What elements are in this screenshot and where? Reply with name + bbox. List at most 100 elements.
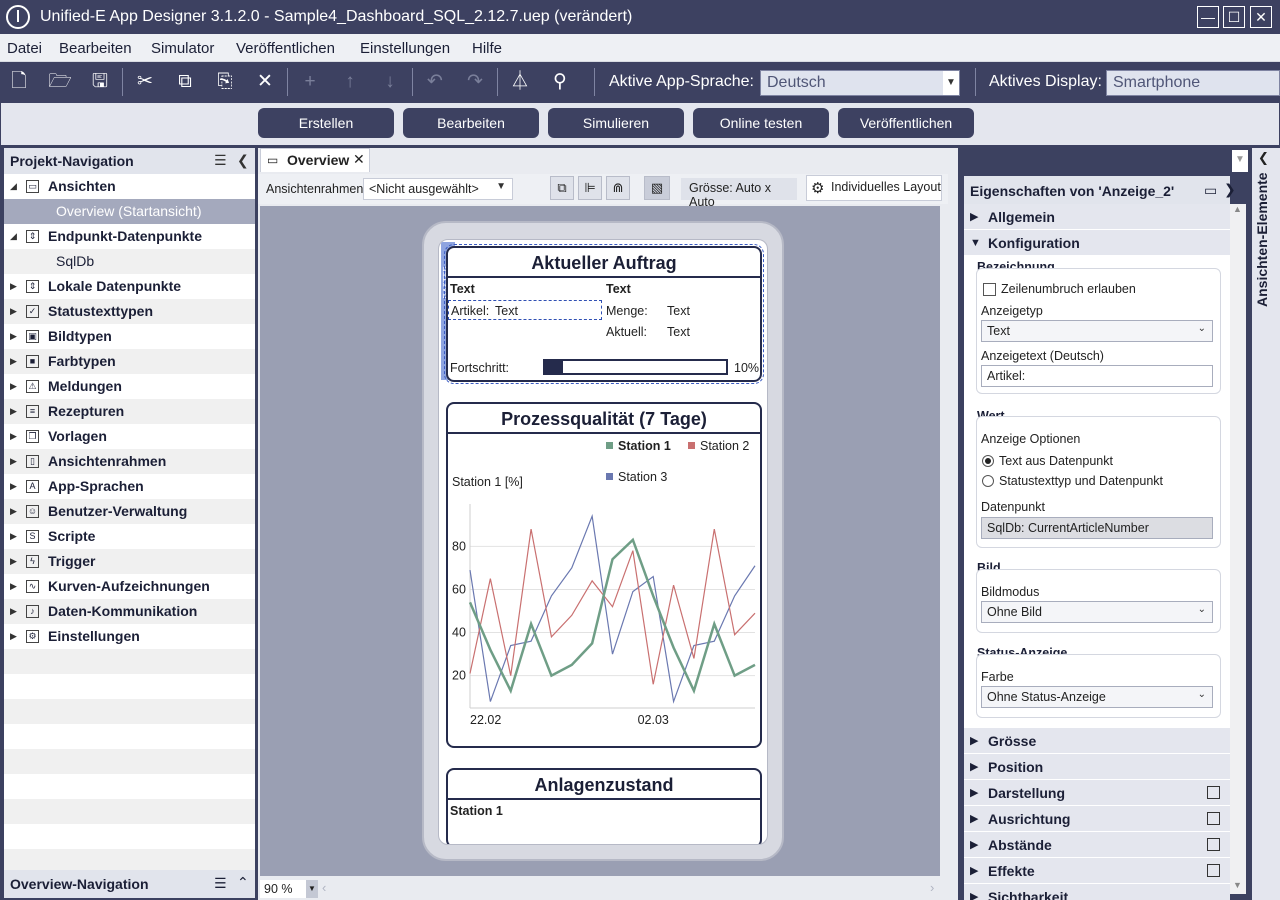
redo-icon[interactable]: ↷ (463, 70, 487, 94)
nav-item[interactable]: ▶ ♪ Daten-Kommunikation (4, 599, 255, 624)
nav-item[interactable]: ▶ ▯ Ansichtenrahmen (4, 449, 255, 474)
menu-hilfe[interactable]: Hilfe (472, 40, 502, 57)
menu-simulator[interactable]: Simulator (151, 40, 214, 57)
nav-item[interactable]: ▶ ∿ Kurven-Aufzeichnungen (4, 574, 255, 599)
section-6[interactable]: ▶ Sichtbarkeit (964, 884, 1230, 900)
new-file-icon[interactable]: 🗋 (7, 70, 31, 94)
section-konfiguration[interactable]: ▼ Konfiguration (964, 230, 1230, 256)
nav-item[interactable]: ▶ ▣ Bildtypen (4, 324, 255, 349)
nav-item[interactable]: ◢ ▭ Ansichten (4, 174, 255, 199)
arrange-icon[interactable]: ⧉ (550, 176, 574, 200)
paste-icon[interactable]: ⎘ (213, 70, 237, 94)
scroll-up-icon[interactable]: ▼ (1232, 150, 1248, 172)
nav-item[interactable]: ▶ A App-Sprachen (4, 474, 255, 499)
move-down-icon[interactable]: ↓ (378, 70, 402, 94)
expand-icon[interactable]: ▶ (10, 349, 17, 374)
collapse-right-icon[interactable]: ❯ (1224, 181, 1236, 198)
datapoint-input[interactable]: SqlDb: CurrentArticleNumber (981, 517, 1213, 539)
preview-icon[interactable]: ▧ (644, 176, 670, 200)
bearbeiten-button[interactable]: Bearbeiten (403, 108, 539, 138)
dock-icon[interactable] (1207, 864, 1220, 877)
nav-item[interactable]: ◢ ⇕ Endpunkt-Datenpunkte (4, 224, 255, 249)
expand-icon[interactable]: ▶ (10, 374, 17, 399)
expand-icon[interactable]: ▶ (10, 324, 17, 349)
expand-icon[interactable]: ▶ (10, 274, 17, 299)
expand-icon[interactable]: ▶ (10, 474, 17, 499)
magnet-icon[interactable]: ⋒ (606, 176, 630, 200)
collapse-icon[interactable]: ◢ (10, 174, 17, 199)
section-2[interactable]: ▶ Darstellung (964, 780, 1230, 806)
veroeffentlichen-button[interactable]: Veröffentlichen (838, 108, 974, 138)
nav-item[interactable]: ▶ ϟ Trigger (4, 549, 255, 574)
image-mode-select[interactable]: Ohne Bild ⌄ (981, 601, 1213, 623)
minimize-button[interactable]: — (1197, 6, 1219, 28)
expand-icon[interactable]: ▶ (10, 299, 17, 324)
expand-icon[interactable]: ▶ (10, 399, 17, 424)
nav-item[interactable]: ▶ S Scripte (4, 524, 255, 549)
structure-icon[interactable]: ⏃ (508, 70, 532, 94)
menu-einstellungen[interactable]: Einstellungen (360, 40, 450, 57)
color-select[interactable]: Ohne Status-Anzeige ⌄ (981, 686, 1213, 708)
line-wrap-checkbox[interactable] (983, 283, 996, 296)
view-elements-tab[interactable]: Ansichten-Elemente (1254, 172, 1276, 372)
expand-left-icon[interactable]: ❮ (1258, 150, 1269, 166)
section-5[interactable]: ▶ Effekte (964, 858, 1230, 884)
nav-item[interactable]: Overview (Startansicht) (4, 199, 255, 224)
scroll-left-icon[interactable]: ‹ (322, 880, 326, 895)
display-select[interactable]: Smartphone (1106, 70, 1280, 96)
scroll-up-icon[interactable]: ▲ (1233, 204, 1242, 214)
properties-scrollbar[interactable]: ▲ ▼ (1230, 204, 1246, 894)
scroll-down-icon[interactable]: ▼ (1233, 880, 1242, 890)
menu-icon[interactable]: ☰ (214, 875, 227, 892)
expand-icon[interactable]: ▶ (10, 499, 17, 524)
section-0[interactable]: ▶ Grösse (964, 728, 1230, 754)
nav-item[interactable]: ▶ ⇕ Lokale Datenpunkte (4, 274, 255, 299)
delete-icon[interactable]: ✕ (253, 70, 277, 94)
maximize-button[interactable]: ☐ (1223, 6, 1245, 28)
menu-icon[interactable]: ☰ (214, 152, 227, 169)
search-icon[interactable]: ⚲ (548, 70, 572, 94)
section-allgemein[interactable]: ▶ Allgemein (964, 204, 1230, 230)
cut-icon[interactable]: ✂ (133, 70, 157, 94)
option-text-from-datapoint-radio[interactable] (982, 455, 994, 467)
nav-item[interactable]: SqlDb (4, 249, 255, 274)
dock-icon[interactable]: ▭ (1204, 182, 1217, 199)
menu-veroeffentlichen[interactable]: Veröffentlichen (236, 40, 335, 57)
collapse-left-icon[interactable]: ❮ (237, 152, 249, 169)
align-icon[interactable]: ⊫ (578, 176, 602, 200)
simulieren-button[interactable]: Simulieren (548, 108, 684, 138)
add-icon[interactable]: + (298, 70, 322, 94)
scroll-right-icon[interactable]: › (930, 880, 934, 895)
section-3[interactable]: ▶ Ausrichtung (964, 806, 1230, 832)
move-up-icon[interactable]: ↑ (338, 70, 362, 94)
tab-overview[interactable]: ▭ Overview ✕ (260, 148, 370, 172)
menu-datei[interactable]: Datei (7, 40, 42, 57)
expand-icon[interactable]: ▶ (10, 624, 17, 649)
open-folder-icon[interactable]: 🗁 (48, 70, 72, 94)
expand-icon[interactable]: ▶ (10, 549, 17, 574)
expand-icon[interactable]: ▶ (10, 574, 17, 599)
selected-article-element[interactable]: Artikel: Text (448, 300, 602, 320)
nav-item[interactable]: ▶ ⚠ Meldungen (4, 374, 255, 399)
nav-item[interactable]: ▶ ☺ Benutzer-Verwaltung (4, 499, 255, 524)
dock-icon[interactable] (1207, 786, 1220, 799)
online-testen-button[interactable]: Online testen (693, 108, 829, 138)
nav-item[interactable]: ▶ ✓ Statustexttypen (4, 299, 255, 324)
collapse-up-icon[interactable]: ⌃ (237, 874, 249, 891)
section-1[interactable]: ▶ Position (964, 754, 1230, 780)
copy-icon[interactable]: ⧉ (173, 70, 197, 94)
expand-icon[interactable]: ▶ (10, 449, 17, 474)
app-language-select[interactable]: Deutsch ▼ (760, 70, 960, 96)
dock-icon[interactable] (1207, 838, 1220, 851)
current-order-card[interactable]: Aktueller Auftrag Text Text Artikel: Tex… (444, 244, 764, 384)
section-4[interactable]: ▶ Abstände (964, 832, 1230, 858)
save-icon[interactable]: 🖫 (88, 70, 112, 94)
close-tab-icon[interactable]: ✕ (353, 151, 365, 168)
nav-item[interactable]: ▶ ■ Farbtypen (4, 349, 255, 374)
display-type-select[interactable]: Text ⌄ (981, 320, 1213, 342)
nav-item[interactable]: ▶ ≡ Rezepturen (4, 399, 255, 424)
individual-layout-button[interactable]: ⚙ Individuelles Layout (806, 175, 942, 201)
close-window-button[interactable]: ✕ (1250, 6, 1272, 28)
process-quality-card[interactable]: Prozessqualität (7 Tage) Station 1 Statio… (446, 402, 762, 748)
nav-item[interactable]: ▶ ❐ Vorlagen (4, 424, 255, 449)
